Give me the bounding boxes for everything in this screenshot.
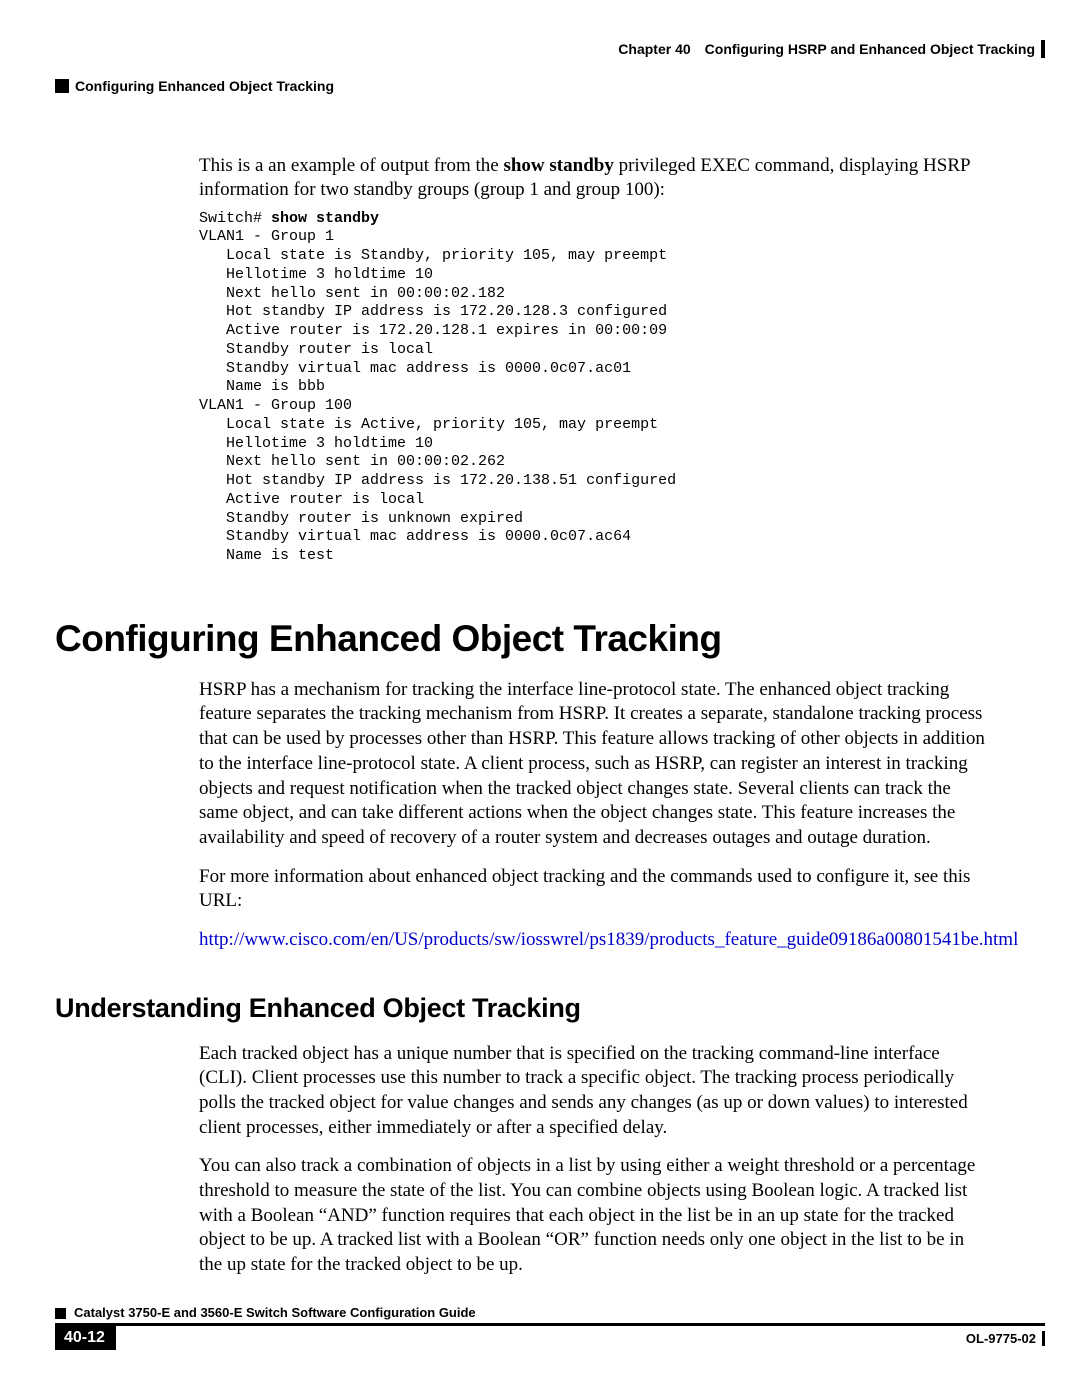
code-prompt: Switch# bbox=[199, 210, 271, 227]
running-header-right: Chapter 40 Configuring HSRP and Enhanced… bbox=[618, 40, 1045, 58]
page-number: 40-12 bbox=[55, 1326, 116, 1350]
header-bar-icon bbox=[1041, 40, 1045, 58]
heading-2: Understanding Enhanced Object Tracking bbox=[55, 993, 1045, 1024]
footer-guide-title: Catalyst 3750-E and 3560-E Switch Softwa… bbox=[74, 1305, 476, 1320]
chapter-label: Chapter 40 bbox=[618, 41, 690, 57]
intro-command-bold: show standby bbox=[503, 155, 613, 176]
link-paragraph: http://www.cisco.com/en/US/products/sw/i… bbox=[199, 928, 990, 953]
code-command: show standby bbox=[271, 210, 379, 227]
footer-bottom-row: 40-12 OL-9775-02 bbox=[55, 1326, 1045, 1350]
paragraph-1: HSRP has a mechanism for tracking the in… bbox=[199, 678, 990, 851]
footer: Catalyst 3750-E and 3560-E Switch Softwa… bbox=[55, 1305, 1045, 1350]
code-block: Switch# show standby VLAN1 - Group 1 Loc… bbox=[199, 210, 990, 566]
code-output: VLAN1 - Group 1 Local state is Standby, … bbox=[199, 228, 676, 564]
footer-square-icon bbox=[55, 1308, 66, 1319]
page: Chapter 40 Configuring HSRP and Enhanced… bbox=[0, 0, 1080, 1397]
heading-1: Configuring Enhanced Object Tracking bbox=[55, 618, 1045, 660]
doc-id-text: OL-9775-02 bbox=[966, 1331, 1036, 1346]
footer-title-row: Catalyst 3750-E and 3560-E Switch Softwa… bbox=[55, 1305, 1045, 1320]
paragraph-4: You can also track a combination of obje… bbox=[199, 1154, 990, 1277]
intro-text-pre: This is a an example of output from the bbox=[199, 155, 503, 176]
chapter-title: Configuring HSRP and Enhanced Object Tra… bbox=[705, 41, 1035, 57]
paragraph-2: For more information about enhanced obje… bbox=[199, 865, 990, 914]
running-header-left: Configuring Enhanced Object Tracking bbox=[55, 78, 1045, 94]
section-title: Configuring Enhanced Object Tracking bbox=[75, 78, 334, 94]
document-id: OL-9775-02 bbox=[966, 1331, 1045, 1346]
intro-paragraph: This is a an example of output from the … bbox=[199, 154, 990, 202]
footer-bar-icon bbox=[1042, 1331, 1045, 1346]
reference-link[interactable]: http://www.cisco.com/en/US/products/sw/i… bbox=[199, 929, 1018, 950]
paragraph-3: Each tracked object has a unique number … bbox=[199, 1042, 990, 1141]
header-row: Chapter 40 Configuring HSRP and Enhanced… bbox=[55, 40, 1045, 58]
square-icon bbox=[55, 79, 69, 93]
